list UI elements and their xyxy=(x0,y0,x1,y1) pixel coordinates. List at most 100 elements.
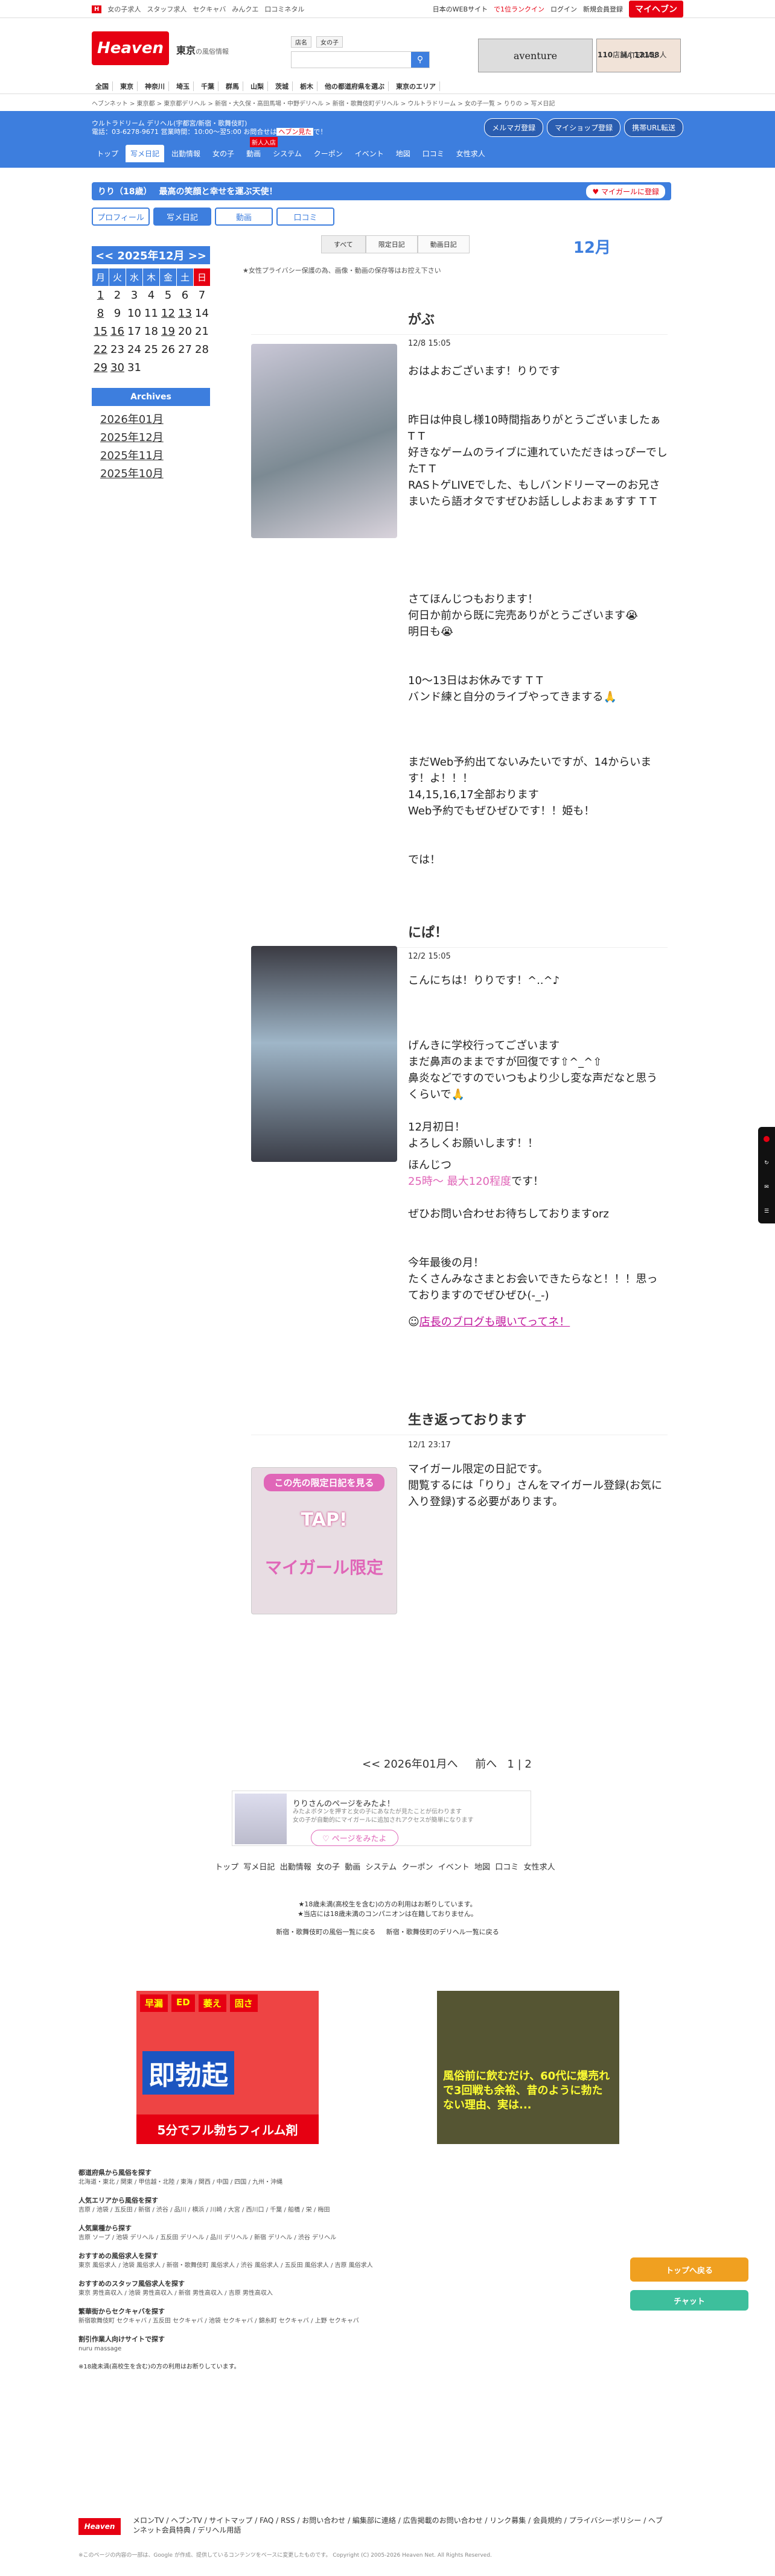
next-month-link[interactable]: << 2026年01月へ xyxy=(362,1758,458,1771)
shop-tab[interactable]: クーポン xyxy=(309,145,348,162)
calendar-day[interactable]: 16 xyxy=(109,323,126,341)
filter-all[interactable]: すべて xyxy=(321,235,366,253)
link-list-row[interactable]: 北海道・東北 / 関東 / 甲信越・北陸 / 東海 / 関西 / 中国 / 四国… xyxy=(78,2178,658,2187)
top-link-staff[interactable]: スタッフ求人 xyxy=(147,4,187,14)
archive-link[interactable]: 2026年01月 xyxy=(100,411,237,429)
register-link[interactable]: 新規会員登録 xyxy=(583,4,623,14)
footer-nav-link[interactable]: システム xyxy=(366,1863,397,1872)
search-input[interactable] xyxy=(292,52,411,68)
entry-title[interactable]: がぶ xyxy=(251,309,668,335)
calendar-day[interactable]: 19 xyxy=(160,323,177,341)
tab-review[interactable]: 口コミ xyxy=(276,208,334,226)
top-link-kuchikomi[interactable]: 口コミネタル xyxy=(264,4,304,14)
calendar-day[interactable]: 22 xyxy=(92,341,109,359)
back-to-top-button[interactable]: トップへ戻る xyxy=(630,2257,748,2282)
mobile-url-button[interactable]: 携帯URL転送 xyxy=(624,118,683,137)
footer-nav-link[interactable]: 地図 xyxy=(474,1863,490,1872)
link-list-row[interactable]: 東京 風俗求人 / 池袋 風俗求人 / 新宿・歌舞伎町 風俗求人 / 渋谷 風俗… xyxy=(78,2261,658,2271)
bell-icon[interactable]: ✉ xyxy=(764,1184,769,1190)
area-link[interactable]: 栃木 xyxy=(296,81,317,91)
footer-logo[interactable]: Heaven xyxy=(78,2518,121,2535)
link-list-row[interactable]: nuru massage xyxy=(78,2344,658,2354)
tab-movie[interactable]: 動画 xyxy=(215,208,273,226)
area-link[interactable]: 群馬 xyxy=(222,81,243,91)
calendar-day[interactable]: 30 xyxy=(109,359,126,377)
link-list-row[interactable]: 吉原 / 池袋 / 五反田 / 新宿 / 渋谷 / 品川 / 横浜 / 川崎 /… xyxy=(78,2206,658,2215)
link-list-row[interactable]: 吉原 ソープ / 池袋 デリヘル / 五反田 デリヘル / 品川 デリヘル / … xyxy=(78,2233,658,2243)
notification-dot-icon[interactable] xyxy=(764,1136,770,1142)
ad-banner-right[interactable]: 風俗前に飲むだけ、60代に爆売れで3回戦も余裕、昔のように勃たない理由、実は..… xyxy=(437,1991,619,2144)
area-link[interactable]: 埼玉 xyxy=(173,81,194,91)
top-link-minkue[interactable]: みんクエ xyxy=(232,4,258,14)
prev-link[interactable]: 前へ xyxy=(475,1758,497,1771)
footer-nav-link[interactable]: 写メ日記 xyxy=(243,1863,275,1872)
area-link[interactable]: 東京のエリア xyxy=(392,81,440,91)
archive-link[interactable]: 2025年10月 xyxy=(100,465,237,483)
calendar-day[interactable]: 13 xyxy=(177,305,194,323)
chat-button[interactable]: チャット xyxy=(630,2290,748,2311)
mitayo-button[interactable]: ♡ ページをみたよ xyxy=(311,1830,398,1846)
calendar-day[interactable]: 8 xyxy=(92,305,109,323)
locked-entry-image[interactable]: この先の限定日記を見る TAP! マイガール限定 xyxy=(251,1467,397,1614)
heaven-logo[interactable]: Heaven xyxy=(92,31,169,65)
back-deliheru-link[interactable]: 新宿・歌舞伎町のデリヘル一覧に戻る xyxy=(386,1928,499,1936)
shop-blog-link[interactable]: ☺店長のブログも覗いてってネ！ xyxy=(408,1314,668,1330)
calendar-day[interactable]: 1 xyxy=(92,287,109,305)
shop-tab[interactable]: 地図 xyxy=(391,145,415,162)
shop-tab[interactable]: 写メ日記 xyxy=(126,145,165,162)
top-link-sekucaba[interactable]: セクキャバ xyxy=(193,4,226,14)
breadcrumb[interactable]: ヘブンネット > 東京都 > 東京都デリヘル > 新宿・大久保・高田馬場・中野デ… xyxy=(92,94,683,111)
heaven-mini-logo[interactable]: H xyxy=(92,5,102,13)
shop-tab[interactable]: イベント xyxy=(350,145,389,162)
myshop-button[interactable]: マイショップ登録 xyxy=(547,118,621,137)
filter-movie[interactable]: 動画日記 xyxy=(417,235,470,253)
calendar-day[interactable]: 29 xyxy=(92,359,109,377)
entry-title[interactable]: 生き返っております xyxy=(251,1409,668,1435)
shop-tab[interactable]: トップ xyxy=(92,145,123,162)
calendar-day[interactable]: 12 xyxy=(160,305,177,323)
link-list-row[interactable]: 東京 男性高収入 / 池袋 男性高収入 / 新宿 男性高収入 / 吉原 男性高収… xyxy=(78,2289,658,2298)
my-heaven-button[interactable]: マイヘブン xyxy=(629,1,683,17)
archive-link[interactable]: 2025年12月 xyxy=(100,429,237,447)
history-icon[interactable]: ↻ xyxy=(764,1160,769,1166)
area-link[interactable]: 茨城 xyxy=(272,81,293,91)
shop-tab[interactable]: 女性求人 xyxy=(451,145,490,162)
shop-tab[interactable]: システム xyxy=(268,145,307,162)
footer-nav-link[interactable]: クーポン xyxy=(401,1863,433,1872)
calendar-header[interactable]: << 2025年12月 >> xyxy=(92,246,210,264)
footer-nav-link[interactable]: 口コミ xyxy=(495,1863,518,1872)
footer-nav-link[interactable]: 動画 xyxy=(345,1863,360,1872)
archive-link[interactable]: 2025年11月 xyxy=(100,447,237,465)
shop-tab[interactable]: 動画 xyxy=(241,145,266,162)
footer-nav-link[interactable]: 女性求人 xyxy=(524,1863,555,1872)
footer-nav-link[interactable]: イベント xyxy=(438,1863,470,1872)
search-tab-girl[interactable]: 女の子 xyxy=(316,36,343,48)
entry-title[interactable]: にぱ！ xyxy=(251,922,668,948)
mailmag-button[interactable]: メルマガ登録 xyxy=(484,118,544,137)
area-link[interactable]: 他の都道府県を選ぶ xyxy=(321,81,389,91)
calendar-day[interactable]: 15 xyxy=(92,323,109,341)
tab-diary[interactable]: 写メ日記 xyxy=(153,208,211,226)
shop-tab[interactable]: 女の子 xyxy=(208,145,239,162)
search-tab-shop[interactable]: 店名 xyxy=(291,36,311,48)
page-numbers[interactable]: 1 | 2 xyxy=(507,1758,531,1771)
ad-banner-aventure[interactable]: aventure xyxy=(478,39,593,72)
mygirl-button[interactable]: ♥ マイガールに登録 xyxy=(586,184,665,198)
top-link-jobs[interactable]: 女の子求人 xyxy=(107,4,141,14)
area-link[interactable]: 全国 xyxy=(92,81,113,91)
shop-tab[interactable]: 口コミ xyxy=(418,145,449,162)
tab-profile[interactable]: プロフィール xyxy=(92,208,150,226)
entry-photo[interactable] xyxy=(251,946,397,1162)
login-link[interactable]: ログイン xyxy=(550,4,577,14)
filter-limited[interactable]: 限定日記 xyxy=(365,235,418,253)
footer-nav-link[interactable]: 出勤情報 xyxy=(280,1863,311,1872)
back-fuzoku-link[interactable]: 新宿・歌舞伎町の風俗一覧に戻る xyxy=(276,1928,375,1936)
footer-nav-link[interactable]: トップ xyxy=(215,1863,238,1872)
search-button[interactable]: ⚲ xyxy=(411,52,429,68)
link-list-row[interactable]: 新宿歌舞伎町 セクキャバ / 五反田 セクキャバ / 池袋 セクキャバ / 錦糸… xyxy=(78,2317,658,2326)
footer-links[interactable]: メロンTV / ヘブンTV / サイトマップ / FAQ / RSS / お問い… xyxy=(133,2516,664,2535)
area-link[interactable]: 山梨 xyxy=(247,81,268,91)
shop-tab[interactable]: 出勤情報 xyxy=(167,145,205,162)
ad-banner-left[interactable]: 早漏 ED 萎え 固さ 即勃起 5分でフル勃ちフィルム剤 xyxy=(136,1991,319,2144)
area-link[interactable]: 東京 xyxy=(116,81,138,91)
